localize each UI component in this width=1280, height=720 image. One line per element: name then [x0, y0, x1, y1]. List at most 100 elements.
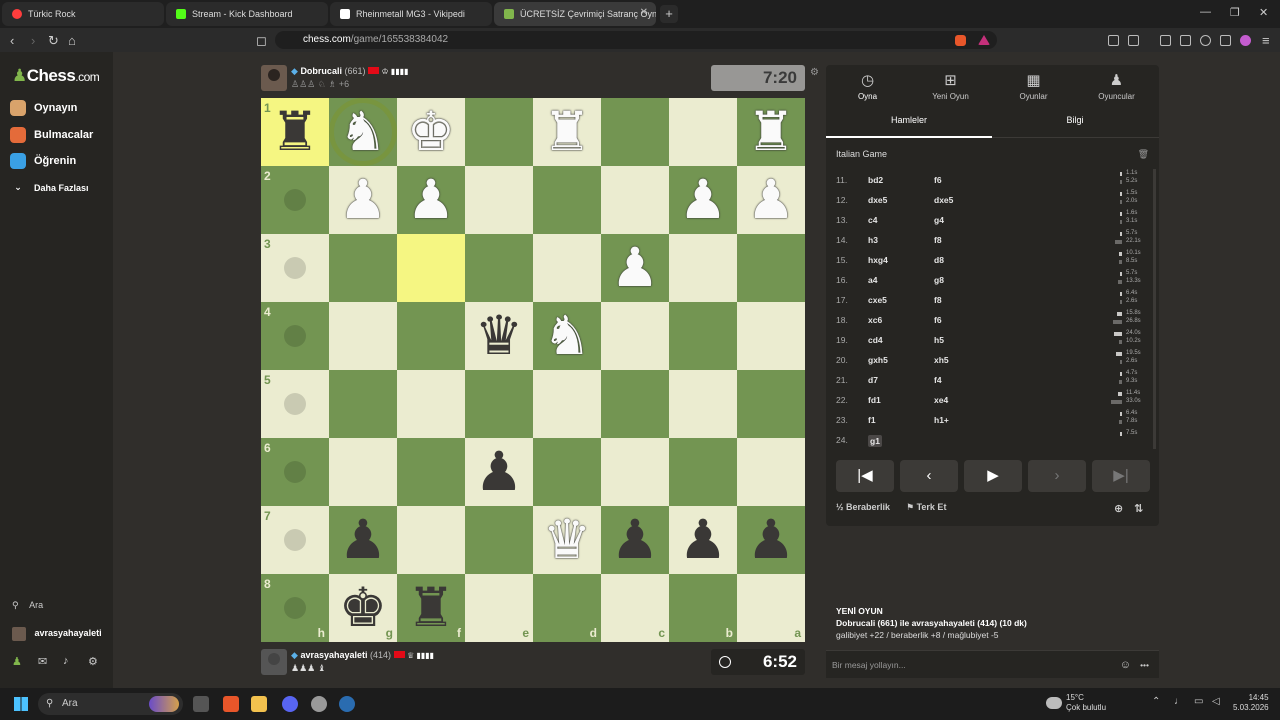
- square-a1[interactable]: ♜: [737, 98, 805, 166]
- player-name[interactable]: Dobrucali: [300, 66, 342, 76]
- black-piece[interactable]: ♛: [465, 302, 533, 370]
- menu-icon[interactable]: ≡: [1262, 33, 1270, 48]
- square-c2[interactable]: [601, 166, 669, 234]
- square-c5[interactable]: [601, 370, 669, 438]
- tab-play[interactable]: ◷ Oyna: [826, 71, 909, 101]
- flip-board-icon[interactable]: ⇅: [1134, 502, 1143, 515]
- square-b5[interactable]: [669, 370, 737, 438]
- url-input[interactable]: chess.com/game/165538384042: [275, 31, 997, 49]
- square-b1[interactable]: [669, 98, 737, 166]
- brave-rewards-icon[interactable]: [978, 35, 990, 45]
- microphone-icon[interactable]: ♩: [1174, 696, 1184, 707]
- white-piece[interactable]: ♚: [397, 98, 465, 166]
- black-move[interactable]: f8: [934, 295, 942, 305]
- square-a4[interactable]: [737, 302, 805, 370]
- move-hint-dot[interactable]: [284, 325, 306, 347]
- brave-icon[interactable]: [223, 696, 239, 712]
- black-piece[interactable]: ♟: [737, 506, 805, 574]
- black-move[interactable]: xe4: [934, 395, 948, 405]
- black-piece[interactable]: ♜: [261, 98, 329, 166]
- black-move[interactable]: h1+: [934, 415, 949, 425]
- square-b4[interactable]: [669, 302, 737, 370]
- square-f4[interactable]: [397, 302, 465, 370]
- square-d7[interactable]: ♛: [533, 506, 601, 574]
- draw-button[interactable]: ½ Beraberlik: [836, 502, 890, 512]
- square-f8[interactable]: f ♜: [397, 574, 465, 642]
- avatar[interactable]: [261, 65, 287, 91]
- square-d1[interactable]: ♜: [533, 98, 601, 166]
- black-piece[interactable]: ♟: [601, 506, 669, 574]
- reload-icon[interactable]: ↻: [48, 33, 59, 49]
- square-e1[interactable]: [465, 98, 533, 166]
- square-c7[interactable]: ♟: [601, 506, 669, 574]
- chat-input[interactable]: Bir mesaj yollayın... ☺ •••: [826, 650, 1159, 678]
- square-e5[interactable]: [465, 370, 533, 438]
- brave-shield-icon[interactable]: [955, 35, 966, 46]
- chess-board[interactable]: 1 ♜ ♞ ♚ ♜ ♜ 2 ♟ ♟ ♟ ♟ 3 ♟ 4 ♛ ♞ 5 6 ♟ 7 ♟ ♛ ♟ ♟ ♟ 8 h g ♚ f ♜ e d c b a: [261, 98, 805, 642]
- white-move[interactable]: dxe5: [868, 195, 887, 205]
- subtab-info[interactable]: Bilgi: [992, 115, 1158, 125]
- first-move-button[interactable]: |◀: [836, 460, 894, 492]
- white-piece[interactable]: ♞: [533, 302, 601, 370]
- black-move[interactable]: f6: [934, 175, 942, 185]
- steam-icon[interactable]: [339, 696, 355, 712]
- square-a6[interactable]: [737, 438, 805, 506]
- square-h5[interactable]: 5: [261, 370, 329, 438]
- tab-players[interactable]: ♟ Oyuncular: [1075, 71, 1158, 101]
- close-tab-icon[interactable]: ✕: [640, 7, 648, 18]
- square-a5[interactable]: [737, 370, 805, 438]
- volume-icon[interactable]: ◁: [1212, 696, 1220, 707]
- emoji-icon[interactable]: ☺: [1120, 651, 1131, 679]
- previous-move-button[interactable]: ‹: [900, 460, 958, 492]
- square-c3[interactable]: ♟: [601, 234, 669, 302]
- player-name[interactable]: avrasyahayaleti: [300, 650, 367, 660]
- square-a2[interactable]: ♟: [737, 166, 805, 234]
- sidebar-search[interactable]: ⚲ Ara: [12, 600, 43, 611]
- white-piece[interactable]: ♞: [329, 98, 397, 166]
- settings-icon[interactable]: ⚙: [88, 655, 98, 668]
- tab-games[interactable]: ▦ Oyunlar: [992, 71, 1075, 101]
- white-move[interactable]: d7: [868, 375, 878, 385]
- leo-icon[interactable]: [1200, 35, 1211, 46]
- square-g7[interactable]: ♟: [329, 506, 397, 574]
- white-piece[interactable]: ♟: [601, 234, 669, 302]
- white-move[interactable]: hxg4: [868, 255, 888, 265]
- black-move[interactable]: h5: [934, 335, 944, 345]
- square-c4[interactable]: [601, 302, 669, 370]
- square-a3[interactable]: [737, 234, 805, 302]
- next-move-button[interactable]: ›: [1028, 460, 1086, 492]
- forward-icon[interactable]: ›: [31, 33, 35, 48]
- minimize-icon[interactable]: —: [1200, 6, 1211, 18]
- white-piece[interactable]: ♟: [329, 166, 397, 234]
- square-d5[interactable]: [533, 370, 601, 438]
- black-piece[interactable]: ♟: [465, 438, 533, 506]
- friends-icon[interactable]: ♟: [12, 655, 22, 668]
- sidebar-item-more[interactable]: ⌄ Daha Fazlası: [10, 182, 88, 193]
- network-icon[interactable]: ▭: [1194, 696, 1203, 707]
- move-hint-dot[interactable]: [284, 257, 306, 279]
- square-a7[interactable]: ♟: [737, 506, 805, 574]
- square-d4[interactable]: ♞: [533, 302, 601, 370]
- last-move-button[interactable]: ▶|: [1092, 460, 1150, 492]
- tab-new-game[interactable]: ⊞ Yeni Oyun: [909, 71, 992, 101]
- square-e3[interactable]: [465, 234, 533, 302]
- browser-tab-4[interactable]: ÜCRETSİZ Çevrimiçi Satranç Oyna ✕: [494, 2, 656, 26]
- discord-icon[interactable]: [282, 696, 298, 712]
- square-b8[interactable]: b: [669, 574, 737, 642]
- move-hint-dot[interactable]: [284, 597, 306, 619]
- square-b7[interactable]: ♟: [669, 506, 737, 574]
- avatar[interactable]: [261, 649, 287, 675]
- square-g8[interactable]: g ♚: [329, 574, 397, 642]
- analysis-icon[interactable]: ⊕: [1114, 502, 1123, 515]
- black-move[interactable]: g8: [934, 275, 944, 285]
- square-e2[interactable]: [465, 166, 533, 234]
- sidebar-item-learn[interactable]: Öğrenin: [10, 153, 76, 169]
- white-piece[interactable]: ♟: [397, 166, 465, 234]
- square-g6[interactable]: [329, 438, 397, 506]
- square-b6[interactable]: [669, 438, 737, 506]
- white-move[interactable]: f1: [868, 415, 876, 425]
- white-move[interactable]: bd2: [868, 175, 883, 185]
- square-g1[interactable]: ♞: [329, 98, 397, 166]
- close-window-icon[interactable]: ✕: [1259, 6, 1268, 19]
- bell-icon[interactable]: ♪: [63, 655, 69, 667]
